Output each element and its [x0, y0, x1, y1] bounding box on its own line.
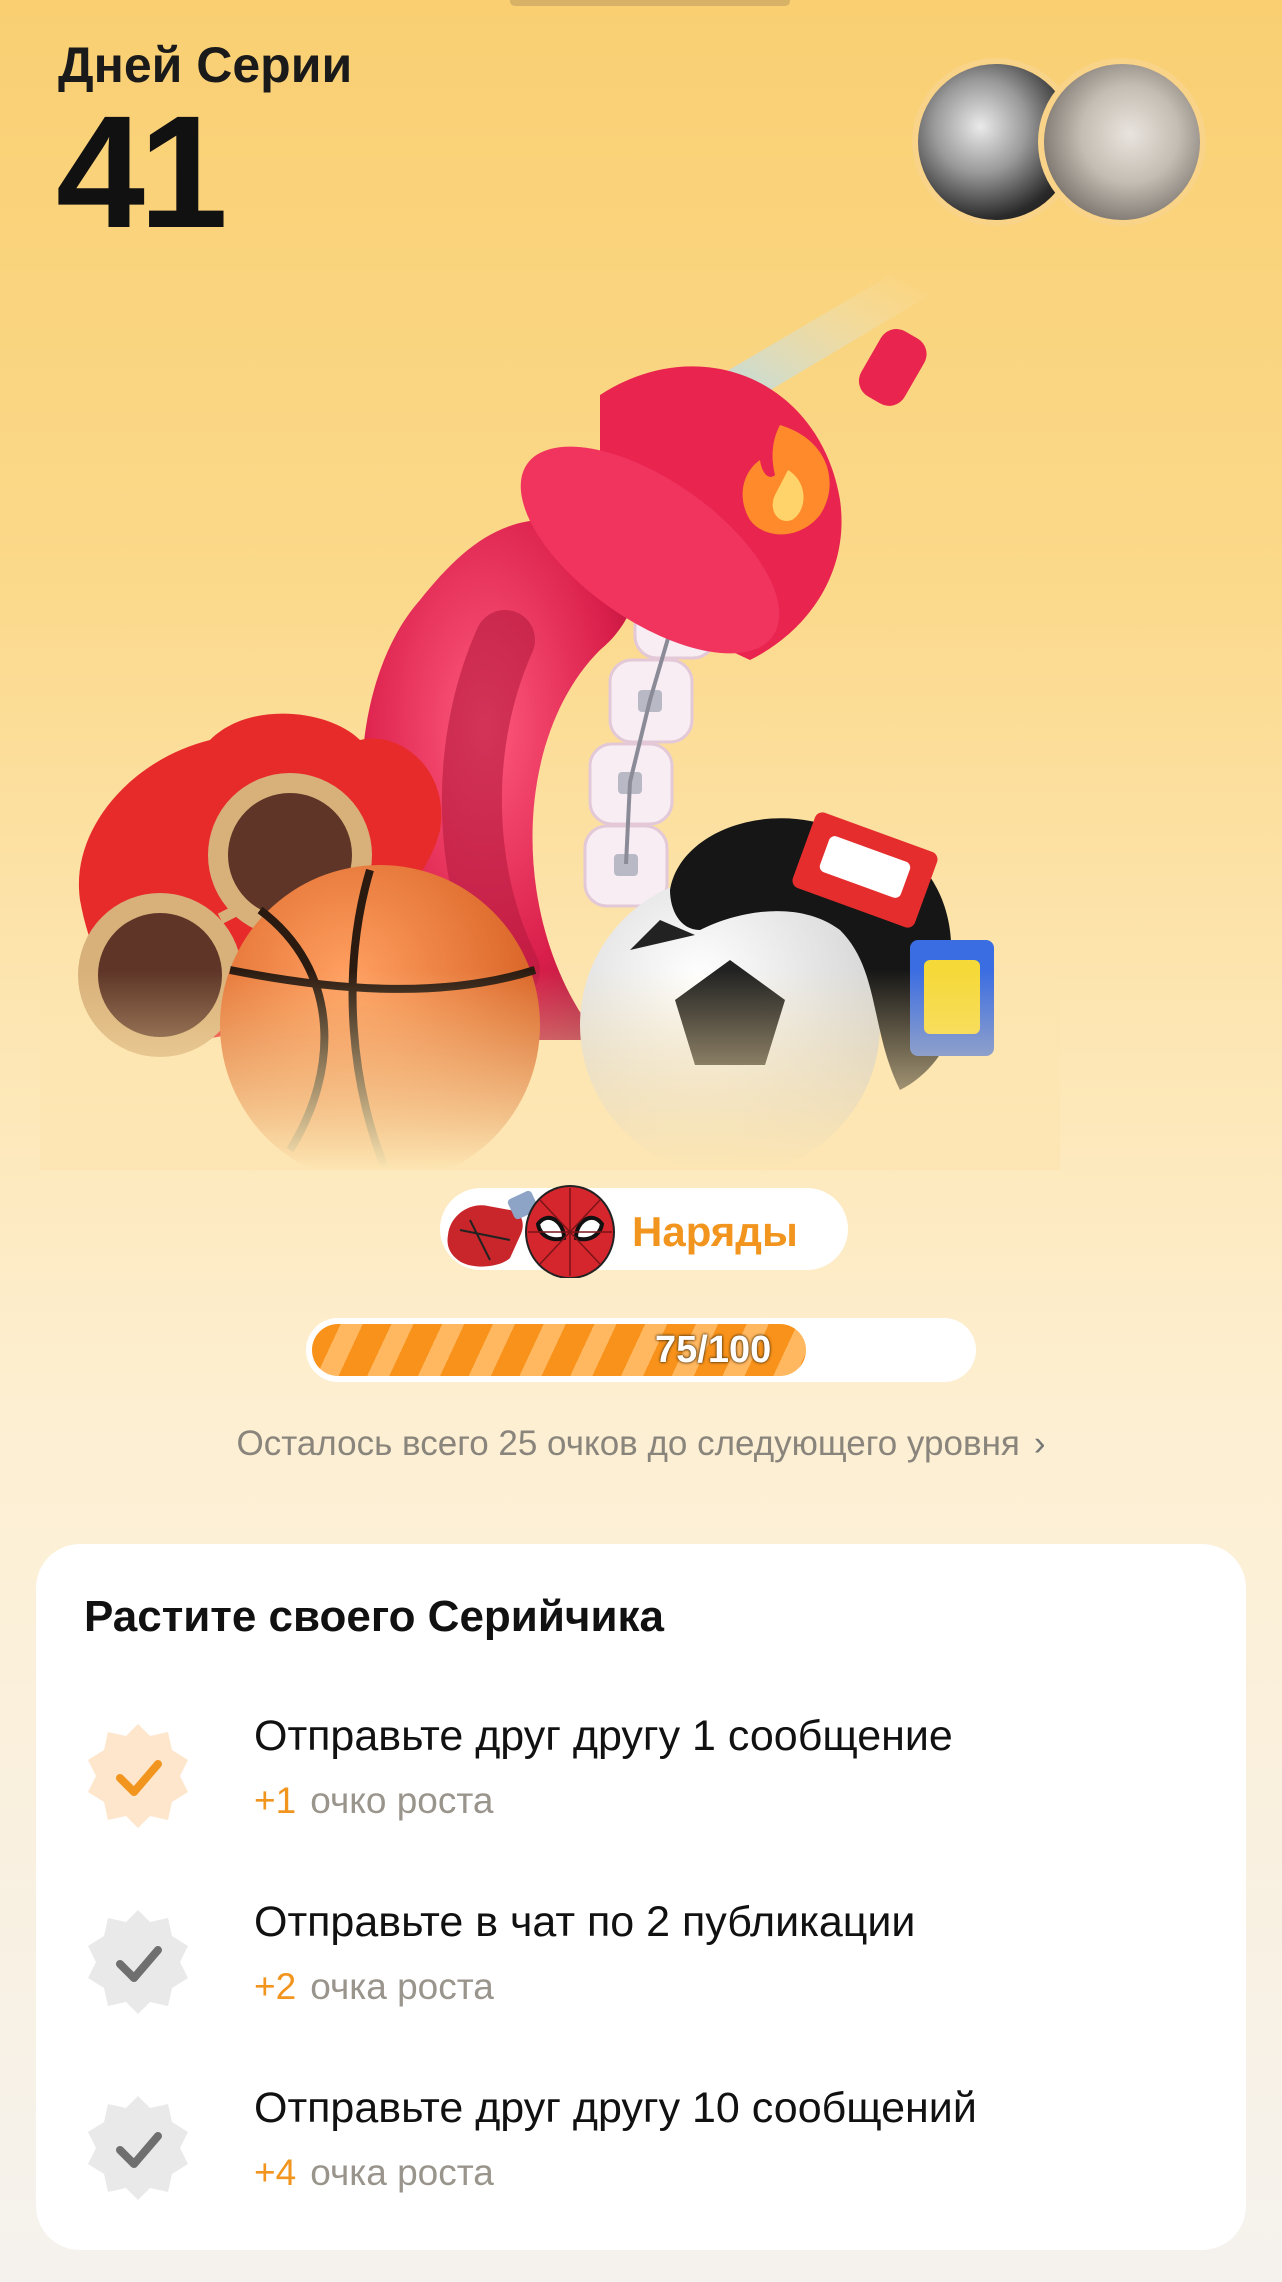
task-title: Отправьте друг другу 10 сообщений [254, 2084, 977, 2132]
next-level-hint-text: Осталось всего 25 очков до следующего ур… [236, 1424, 1020, 1463]
task-points-unit: очка роста [310, 2152, 494, 2193]
outfits-label: Наряды [632, 1208, 798, 1255]
card-title: Растите своего Серийчика [84, 1592, 664, 1641]
task-points: +2 [254, 1966, 297, 2007]
chevron-right-icon: › [1033, 1424, 1046, 1463]
friends-avatars[interactable] [912, 58, 1212, 228]
task-title: Отправьте друг другу 1 сообщение [254, 1712, 953, 1760]
task-item: Отправьте друг другу 10 сообщений +4 очка… [84, 2084, 1204, 2224]
next-level-hint[interactable]: Осталось всего 25 очков до следующего ур… [0, 1424, 1282, 1464]
task-item: Отправьте друг другу 1 сообщение +1 очко … [84, 1712, 1204, 1852]
streak-mascot-illustration [40, 275, 1060, 1170]
growth-progress-bar: 75/100 [306, 1318, 976, 1382]
streak-count: 41 [56, 82, 228, 261]
task-points: +1 [254, 1780, 297, 1821]
task-reward: +1 очко роста [254, 1780, 493, 1822]
task-reward: +4 очка роста [254, 2152, 494, 2194]
pending-check-badge-icon [88, 2096, 188, 2200]
task-points-unit: очко роста [310, 1780, 494, 1821]
outfits-button[interactable]: Наряды [440, 1185, 848, 1278]
spider-mask-icon [525, 1185, 615, 1278]
sheet-handle[interactable] [510, 0, 790, 6]
progress-text: 75/100 [655, 1328, 772, 1371]
completed-check-badge-icon [88, 1724, 188, 1828]
spiderman-outfit-icons [447, 1185, 615, 1278]
task-reward: +2 очка роста [254, 1966, 494, 2008]
pending-check-badge-icon [88, 1910, 188, 2014]
task-points: +4 [254, 2152, 297, 2193]
task-item: Отправьте в чат по 2 публикации +2 очка р… [84, 1898, 1204, 2038]
task-points-unit: очка роста [310, 1966, 494, 2007]
task-title: Отправьте в чат по 2 публикации [254, 1898, 916, 1946]
friend-avatar-2[interactable] [1038, 58, 1206, 226]
grow-tasks-card: Растите своего Серийчика Отправьте друг … [36, 1544, 1246, 2250]
